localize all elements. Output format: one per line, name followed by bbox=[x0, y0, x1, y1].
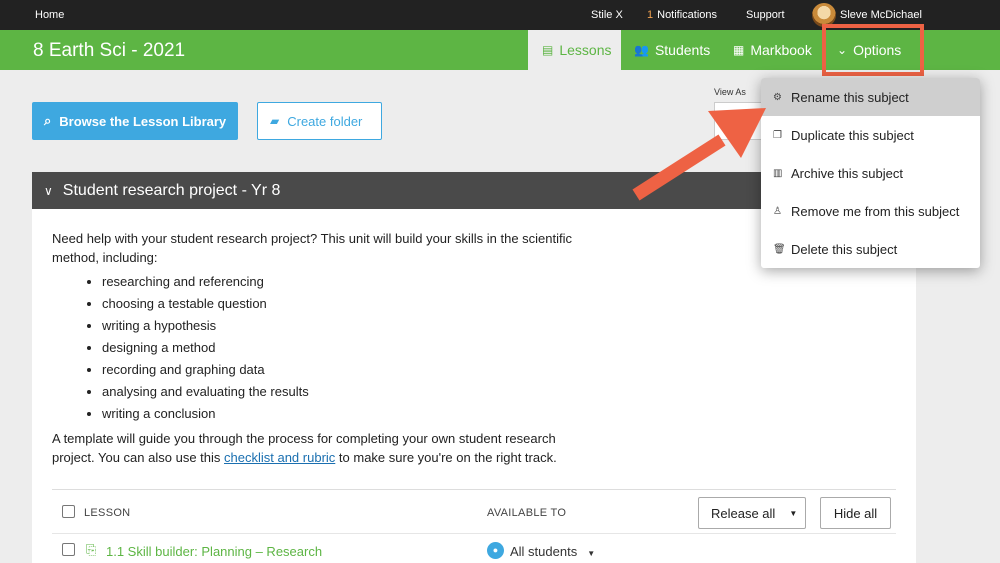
annotation-arrow-icon bbox=[632, 108, 766, 201]
